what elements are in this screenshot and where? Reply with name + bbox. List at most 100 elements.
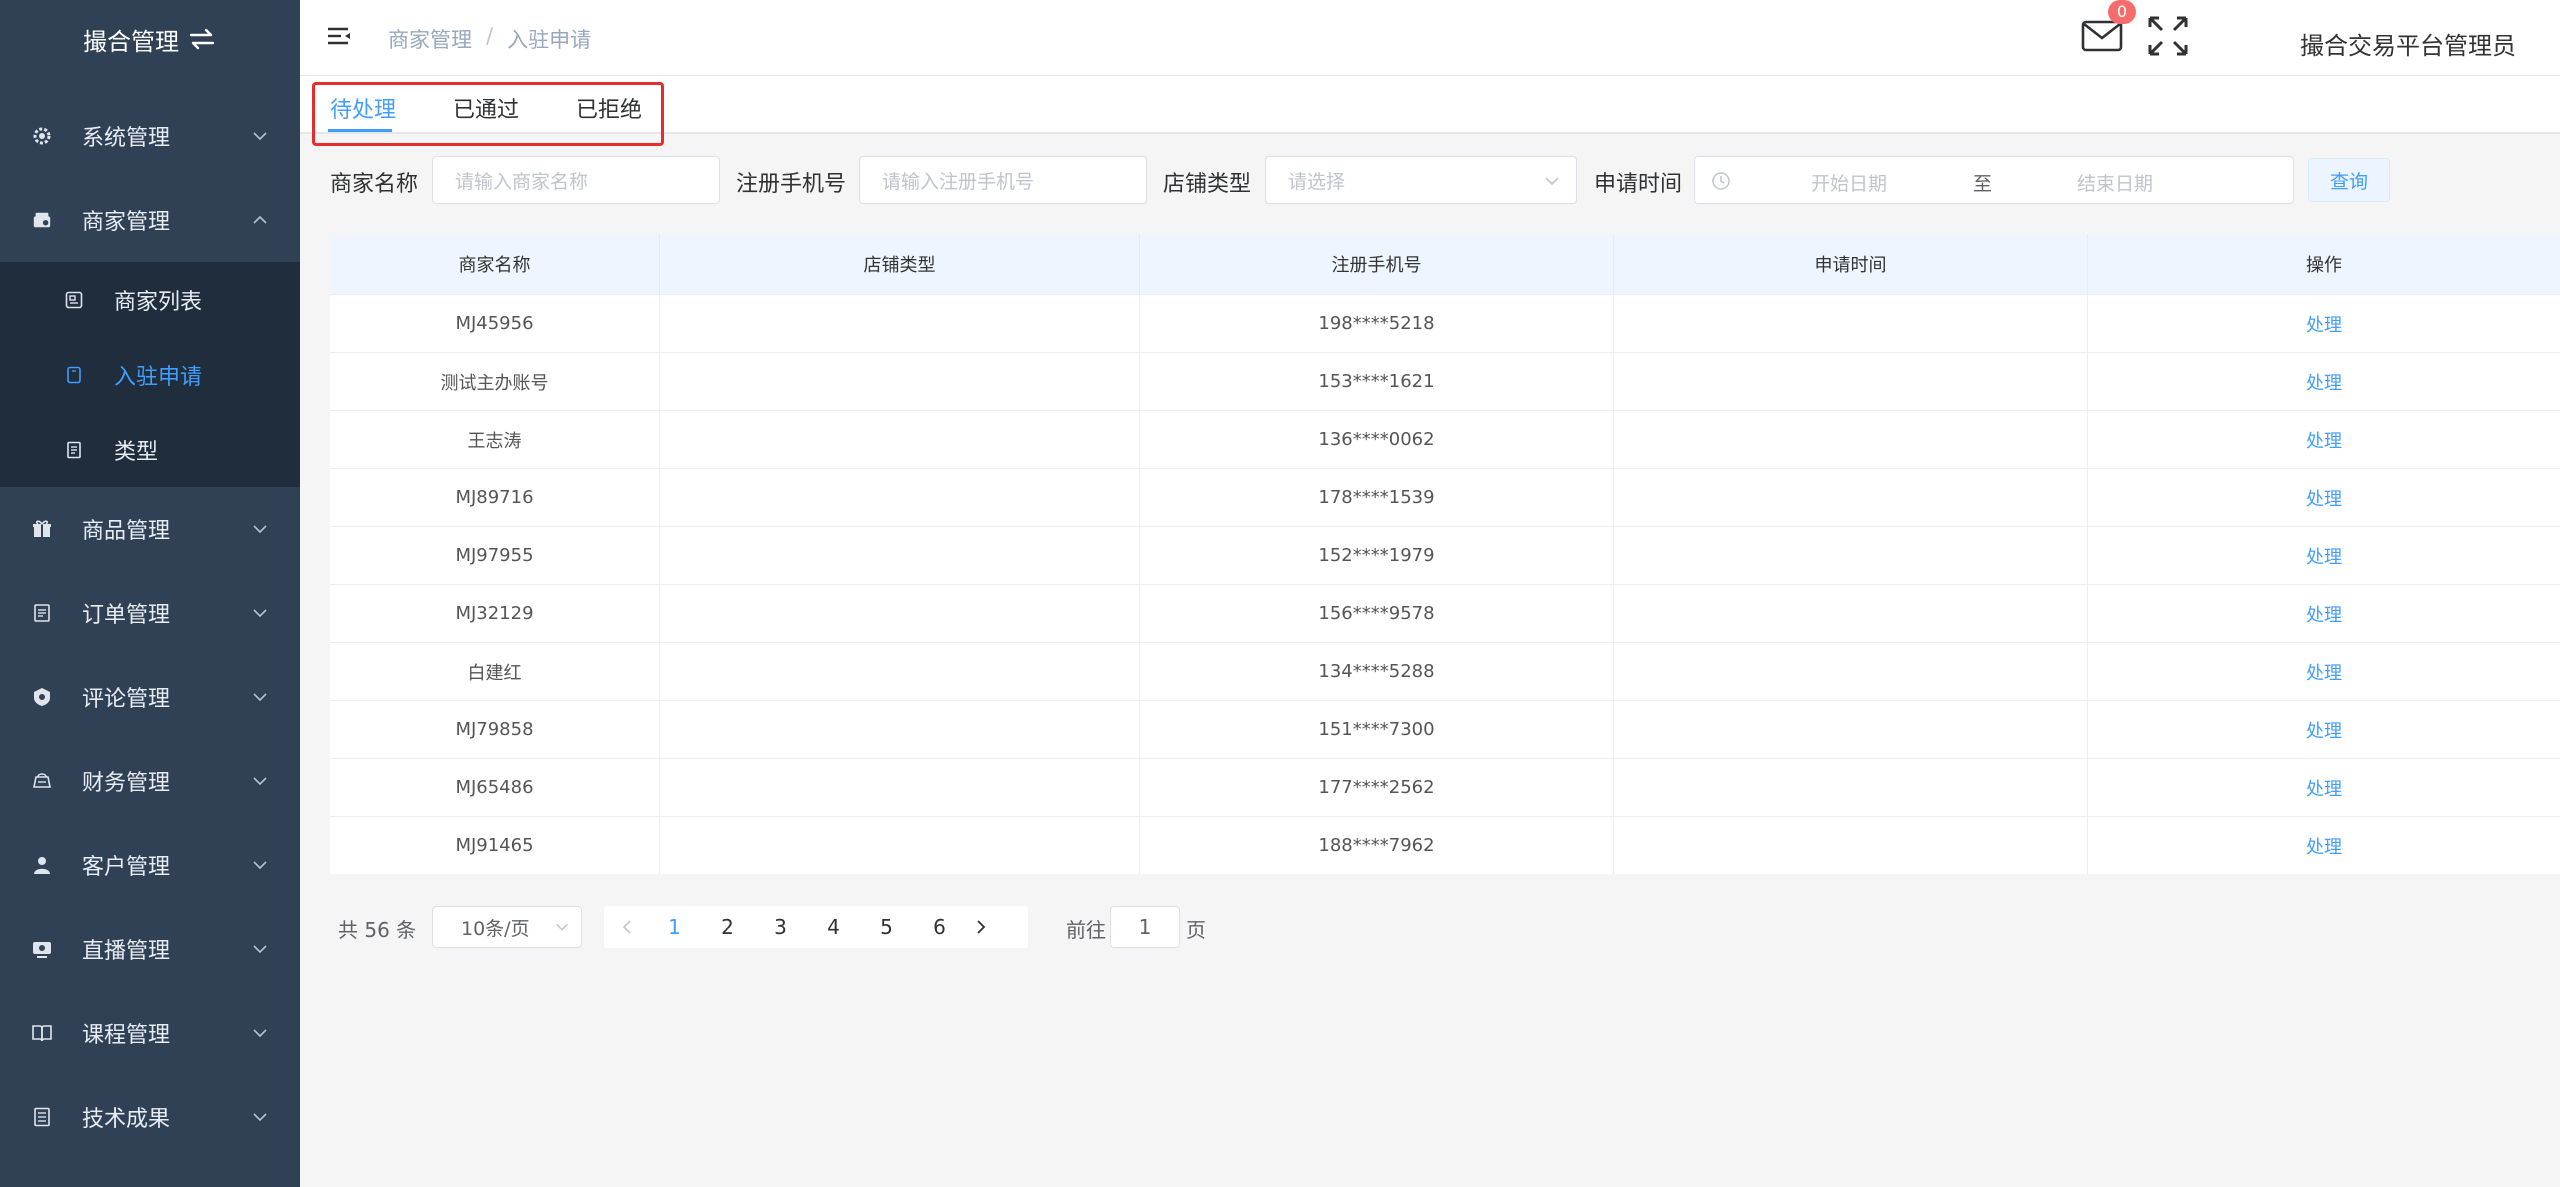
phone-cell: 177****2562 [1140,759,1614,816]
action-cell: 处理 [2088,469,2560,526]
table-row: 王志涛 136****0062 处理 [330,410,2560,468]
phone-label: 注册手机号 [736,172,847,197]
menu-item-live[interactable]: 直播管理 [0,907,300,991]
column-header: 注册手机号 [1140,234,1614,294]
search-button[interactable]: 查询 [2308,158,2390,202]
sidebar-item-application[interactable]: 入驻申请 [0,337,300,412]
page-number[interactable]: 5 [860,915,913,939]
doc-icon [64,440,84,460]
list-icon [64,290,84,310]
process-button[interactable]: 处理 [2306,775,2342,801]
hamburger-icon[interactable] [326,24,352,50]
merchant-name-input[interactable]: 请输入商家名称 [432,156,720,204]
menu-label: 商品管理 [82,519,171,544]
goto-page-input[interactable]: 1 [1110,906,1180,948]
menu-item-course[interactable]: 课程管理 [0,991,300,1075]
page-size-value: 10条/页 [461,917,530,940]
menu-item-finance[interactable]: 财务管理 [0,739,300,823]
column-header: 商家名称 [330,234,660,294]
merchant-name-cell: MJ89716 [330,469,660,526]
process-button[interactable]: 处理 [2306,717,2342,743]
end-date-placeholder[interactable]: 结束日期 [2077,169,2153,196]
chevron-down-icon [253,945,267,954]
action-cell: 处理 [2088,411,2560,468]
page-size-select[interactable]: 10条/页 [432,906,582,948]
next-page-icon[interactable] [972,918,990,936]
menu-item-comment[interactable]: 评论管理 [0,655,300,739]
switch-icon[interactable] [187,26,217,52]
apply-time-cell [1614,585,2088,642]
process-button[interactable]: 处理 [2306,369,2342,395]
chevron-down-icon [253,777,267,786]
clock-icon [1712,172,1730,190]
start-date-placeholder[interactable]: 开始日期 [1811,169,1887,196]
process-button[interactable]: 处理 [2306,311,2342,337]
phone-cell: 136****0062 [1140,411,1614,468]
merchant-name-cell: MJ91465 [330,817,660,874]
merchant-name-placeholder: 请输入商家名称 [455,170,589,193]
notification-badge: 0 [2108,0,2136,24]
shop-type-select[interactable]: 请选择 [1265,156,1577,204]
shop-type-cell [660,759,1140,816]
process-button[interactable]: 处理 [2306,485,2342,511]
username[interactable]: 撮合交易平台管理员 [2300,26,2516,61]
column-header: 申请时间 [1614,234,2088,294]
menu-label: 商家管理 [82,210,171,235]
page-number[interactable]: 1 [648,915,701,939]
chevron-down-icon [253,525,267,534]
menu-item-system[interactable]: 系统管理 [0,94,300,178]
table-row: 测试主办账号 153****1621 处理 [330,352,2560,410]
process-button[interactable]: 处理 [2306,601,2342,627]
gear-icon [32,126,52,146]
phone-placeholder: 请输入注册手机号 [882,170,1035,193]
menu-item-customer[interactable]: 客户管理 [0,823,300,907]
phone-cell: 134****5288 [1140,643,1614,700]
page-number[interactable]: 2 [701,915,754,939]
page-number[interactable]: 4 [807,915,860,939]
page-number[interactable]: 6 [913,915,966,939]
phone-cell: 152****1979 [1140,527,1614,584]
process-button[interactable]: 处理 [2306,543,2342,569]
process-button[interactable]: 处理 [2306,427,2342,453]
apply-time-cell [1614,759,2088,816]
apply-time-cell [1614,295,2088,352]
merchant-name-cell: 白建红 [330,643,660,700]
merchant-name-cell: 王志涛 [330,411,660,468]
menu-item-goods[interactable]: 商品管理 [0,487,300,571]
store-icon [32,210,52,230]
chevron-down-icon [1545,177,1559,186]
shop-type-cell [660,411,1140,468]
finance-icon [32,771,52,791]
sidebar-item-type[interactable]: 类型 [0,412,300,487]
phone-input[interactable]: 请输入注册手机号 [859,156,1147,204]
page-number[interactable]: 3 [754,915,807,939]
chevron-up-icon [253,215,267,224]
menu-label: 技术成果 [82,1107,171,1132]
table-row: 白建红 134****5288 处理 [330,642,2560,700]
apply-time-cell [1614,527,2088,584]
menu-label: 课程管理 [82,1023,171,1048]
shop-type-cell [660,295,1140,352]
breadcrumb-separator: / [486,24,494,48]
menu-item-merchant[interactable]: 商家管理 [0,178,300,262]
menu-item-tech[interactable]: 技术成果 [0,1075,300,1159]
fullscreen-icon[interactable] [2146,14,2190,58]
sidebar-item-label: 商家列表 [114,289,203,315]
tech-icon [32,1107,52,1127]
prev-page-icon[interactable] [618,918,636,936]
process-button[interactable]: 处理 [2306,659,2342,685]
merchant-name-cell: MJ79858 [330,701,660,758]
menu-item-order[interactable]: 订单管理 [0,571,300,655]
process-button[interactable]: 处理 [2306,833,2342,859]
live-icon [32,939,52,959]
action-cell: 处理 [2088,643,2560,700]
sidebar-item-label: 入驻申请 [114,364,203,390]
breadcrumb-item[interactable]: 商家管理 [388,24,472,54]
sidebar-item-merchant-list[interactable]: 商家列表 [0,262,300,337]
action-cell: 处理 [2088,817,2560,874]
date-range-picker[interactable]: 开始日期 至 结束日期 [1694,156,2294,204]
action-cell: 处理 [2088,295,2560,352]
avatar[interactable] [2240,8,2292,68]
merchant-name-cell: MJ45956 [330,295,660,352]
apply-time-label: 申请时间 [1594,172,1683,197]
